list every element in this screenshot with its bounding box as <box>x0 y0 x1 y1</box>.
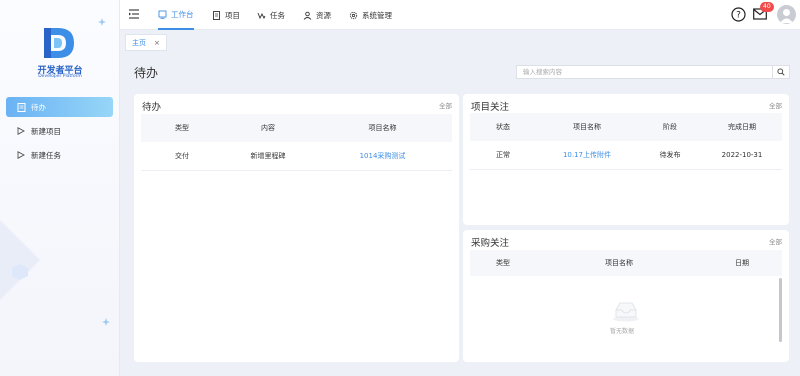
column-header: 阶段 <box>663 123 677 131</box>
column-header: 类型 <box>496 259 510 267</box>
project-card: 项目关注 全部 状态 项目名称 阶段 完成日期 正常 10.17上传附件 待发布… <box>463 94 789 225</box>
notification-badge: 40 <box>760 2 774 12</box>
column-header: 状态 <box>496 123 510 131</box>
todo-icon <box>16 102 26 112</box>
project-link[interactable]: 1014采购测试 <box>313 142 452 170</box>
brand-logo <box>44 28 74 58</box>
cell-stage: 待发布 <box>659 151 681 159</box>
tab-projects[interactable]: 项目 <box>212 0 240 30</box>
column-header: 完成日期 <box>728 123 756 131</box>
sidebar: 开发者平台 Developer Platform 待办 新建项目 新建任务 <box>0 0 120 376</box>
view-all-link[interactable]: 全部 <box>439 100 452 110</box>
sidebar-item-new-project[interactable]: 新建项目 <box>6 121 113 141</box>
search-box <box>516 65 790 79</box>
purchase-table: 类型 项目名称 日期 <box>470 250 782 276</box>
avatar[interactable] <box>777 5 796 24</box>
top-bar: 工作台 项目 任务 资源 系统管理 ? 40 <box>120 0 800 30</box>
list-icon <box>212 10 221 20</box>
tab-label: 任务 <box>270 10 285 20</box>
tag-label: 主页 <box>132 38 146 47</box>
tab-label: 系统管理 <box>362 10 392 20</box>
tab-label: 项目 <box>225 10 240 20</box>
workbench-icon <box>158 10 167 19</box>
project-link[interactable]: 10.17上传附件 <box>536 141 638 169</box>
todo-table: 类型 内容 项目名称 交付 新增里程碑 1014采购测试 <box>141 114 452 174</box>
brand-subtitle: Developer Platform <box>38 74 82 79</box>
sparkle-icon <box>102 318 110 326</box>
tab-workbench[interactable]: 工作台 <box>158 0 194 30</box>
sidebar-item-new-task[interactable]: 新建任务 <box>6 145 113 165</box>
play-outline-icon <box>16 150 26 160</box>
decor-shape <box>0 220 40 300</box>
play-outline-icon <box>16 126 26 136</box>
user-avatar-icon <box>780 9 793 23</box>
tab-label: 资源 <box>316 10 331 20</box>
column-header: 项目名称 <box>368 124 397 132</box>
tab-system-admin[interactable]: 系统管理 <box>349 0 392 30</box>
sparkle-icon <box>98 18 106 26</box>
column-header: 内容 <box>261 124 275 132</box>
tab-resources[interactable]: 资源 <box>303 0 331 30</box>
column-header: 日期 <box>735 259 749 267</box>
table-header: 状态 项目名称 阶段 完成日期 <box>470 113 782 141</box>
column-header: 类型 <box>175 124 189 132</box>
purchase-card: 采购关注 全部 类型 项目名称 日期 暂无数据 <box>463 230 789 362</box>
empty-inbox-icon <box>613 302 639 322</box>
project-table: 状态 项目名称 阶段 完成日期 正常 10.17上传附件 待发布 2022-10… <box>470 113 782 173</box>
sidebar-item-label: 新建任务 <box>31 150 61 160</box>
table-row[interactable]: 正常 10.17上传附件 待发布 2022-10-31 <box>470 141 782 170</box>
tab-tag-home[interactable]: 主页 × <box>125 34 167 51</box>
cell-type: 交付 <box>175 152 189 160</box>
sidebar-item-todo[interactable]: 待办 <box>6 97 113 117</box>
card-title: 待办 <box>142 102 162 113</box>
gear-icon <box>349 11 358 20</box>
decor-cube <box>12 264 28 280</box>
page-title: 待办 <box>134 66 159 80</box>
empty-state-text: 暂无数据 <box>610 328 635 335</box>
table-header: 类型 项目名称 日期 <box>470 250 782 276</box>
svg-text:?: ? <box>736 11 741 21</box>
scrollbar[interactable] <box>779 278 782 342</box>
cell-content: 新增里程碑 <box>250 152 286 160</box>
tag-bar: 主页 × <box>120 31 800 53</box>
view-all-link[interactable]: 全部 <box>769 100 782 110</box>
search-button[interactable] <box>772 66 789 78</box>
tab-label: 工作台 <box>171 9 194 19</box>
people-icon <box>303 11 312 20</box>
card-title: 采购关注 <box>471 238 510 249</box>
todo-card: 待办 全部 类型 内容 项目名称 交付 新增里程碑 1014采购测试 <box>134 94 459 362</box>
help-icon[interactable]: ? <box>731 7 746 22</box>
view-all-link[interactable]: 全部 <box>769 236 782 246</box>
column-header: 项目名称 <box>573 123 601 131</box>
task-icon <box>257 11 266 20</box>
search-icon <box>777 68 785 76</box>
sidebar-item-label: 待办 <box>31 102 46 112</box>
menu-collapse-icon[interactable] <box>128 8 140 20</box>
table-header: 类型 内容 项目名称 <box>141 114 452 142</box>
close-icon[interactable]: × <box>154 39 160 47</box>
card-title: 项目关注 <box>471 102 510 113</box>
tab-tasks[interactable]: 任务 <box>257 0 285 30</box>
sidebar-item-label: 新建项目 <box>31 126 61 136</box>
column-header: 项目名称 <box>605 259 633 267</box>
cell-status: 正常 <box>496 151 510 159</box>
cell-date: 2022-10-31 <box>721 151 763 159</box>
search-input[interactable] <box>517 66 773 78</box>
table-row[interactable]: 交付 新增里程碑 1014采购测试 <box>141 142 452 171</box>
